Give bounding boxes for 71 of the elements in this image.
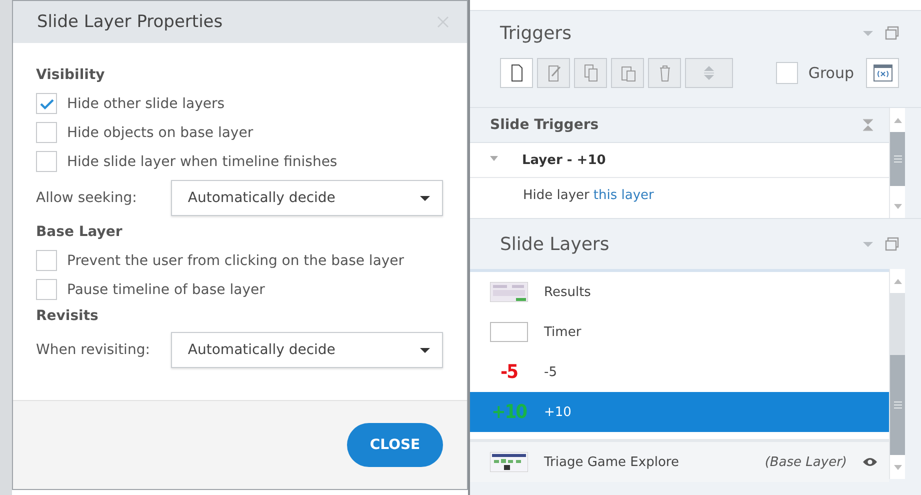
- scroll-up-icon[interactable]: [894, 118, 902, 122]
- check-icon: [40, 98, 54, 110]
- layer-name: Results: [544, 284, 591, 300]
- panel-title: Triggers: [500, 22, 572, 44]
- grip-icon[interactable]: [894, 155, 902, 163]
- section-heading: Revisits: [36, 308, 100, 324]
- scrollbar[interactable]: [889, 108, 905, 218]
- base-layer-row[interactable]: Triage Game Explore (Base Layer): [470, 439, 889, 482]
- grip-icon[interactable]: [894, 401, 902, 409]
- scroll-down-icon[interactable]: [894, 464, 902, 470]
- variables-button[interactable]: [866, 58, 899, 88]
- layer-row[interactable]: +10 +10: [470, 392, 889, 432]
- layer-row[interactable]: Timer: [470, 312, 889, 352]
- close-icon[interactable]: [437, 16, 449, 28]
- window-icon[interactable]: [885, 237, 899, 251]
- section-heading: Visibility: [36, 67, 106, 83]
- window-icon[interactable]: [885, 26, 899, 40]
- move-button[interactable]: [685, 58, 733, 88]
- layer-name: -5: [544, 364, 557, 380]
- scroll-up-icon[interactable]: [894, 278, 902, 284]
- page-icon: [508, 64, 524, 82]
- checkbox[interactable]: [36, 93, 57, 114]
- checkbox[interactable]: [36, 151, 57, 172]
- caret-icon: [420, 348, 430, 352]
- layer-name: +10: [544, 404, 572, 420]
- trigger-action[interactable]: Hide layer this layer: [470, 178, 889, 212]
- edit-page-icon: [546, 64, 562, 82]
- dropdown[interactable]: Automatically decide: [170, 332, 443, 368]
- dropdown[interactable]: Automatically decide: [170, 180, 443, 216]
- variable-icon: [872, 64, 892, 82]
- layer-name: Triage Game Explore: [544, 454, 679, 470]
- layer-name: Timer: [544, 324, 582, 340]
- thumbnail-image: [490, 452, 528, 472]
- layer-row[interactable]: -5 -5: [470, 352, 889, 392]
- panel-title: Slide Layers: [500, 234, 610, 254]
- caret-icon: [420, 196, 430, 200]
- eye-icon[interactable]: [863, 456, 877, 468]
- checkbox[interactable]: [36, 279, 57, 300]
- checkbox-label: Pause timeline of base layer: [67, 282, 265, 298]
- checkbox[interactable]: [36, 250, 57, 271]
- checkbox[interactable]: [776, 62, 798, 84]
- collapse-icon[interactable]: [863, 119, 873, 131]
- copy-icon: [582, 64, 598, 82]
- close-button[interactable]: CLOSE: [347, 423, 443, 467]
- checkbox-label: Hide slide layer when timeline finishes: [67, 154, 338, 170]
- checkbox-label: Hide other slide layers: [67, 96, 225, 112]
- up-down-icon: [704, 66, 714, 80]
- checkbox[interactable]: [36, 122, 57, 143]
- paste-button[interactable]: [611, 58, 644, 88]
- dropdown-label: When revisiting:: [36, 342, 151, 358]
- checkbox-label: Group: [808, 64, 854, 82]
- base-layer-note: (Base Layer): [764, 454, 847, 470]
- thumbnail-image: [490, 282, 528, 302]
- dialog-title: Slide Layer Properties: [37, 12, 223, 32]
- trigger-title: Layer - +10: [522, 152, 606, 168]
- dropdown-label: Allow seeking:: [36, 190, 138, 206]
- thumbnail-text: +10: [490, 402, 528, 422]
- section-heading: Base Layer: [36, 224, 124, 240]
- scroll-down-icon[interactable]: [894, 204, 902, 208]
- page-button[interactable]: [500, 58, 533, 88]
- trash-button[interactable]: [648, 58, 681, 88]
- caret-icon[interactable]: [863, 242, 873, 246]
- blank-thumbnail: [490, 322, 528, 342]
- checkbox-label: Prevent the user from clicking on the base layer: [67, 252, 404, 268]
- copy-button[interactable]: [574, 58, 607, 88]
- layer-row[interactable]: Results: [470, 272, 889, 312]
- list-header: Slide Triggers: [490, 117, 599, 133]
- paste-icon: [620, 64, 636, 82]
- caret-icon[interactable]: [863, 30, 873, 36]
- scrollbar[interactable]: [889, 269, 905, 479]
- checkbox-label: Hide objects on base layer: [67, 124, 254, 140]
